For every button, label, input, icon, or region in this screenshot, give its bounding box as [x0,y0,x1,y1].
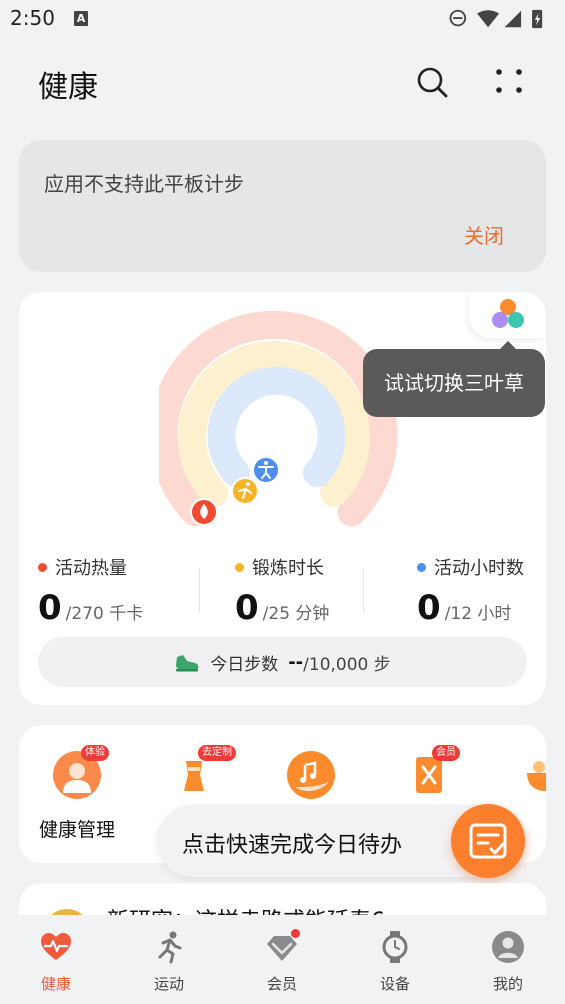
calories-dot [38,562,47,572]
hours-dot [417,562,426,572]
music-moon-glyph [295,761,329,791]
tab-health[interactable]: 健康 [16,929,96,994]
checklist-icon [469,823,507,859]
health-heart-icon [38,929,74,965]
diamond-icon [264,929,300,965]
exercise-dot [235,562,244,572]
tab-label: 运动 [153,975,184,993]
metric-value-row: 0/12 小时 [417,588,524,628]
notification-icon: A [74,11,88,26]
metric-label: 活动热量 [55,558,127,579]
steps-label: 今日步数 [210,654,279,675]
doctor-icon: 体验 [53,745,109,799]
notice-text: 应用不支持此平板计步 [44,172,244,196]
todo-text: 点击快速完成今日待办 [182,833,403,858]
steps-value: -- [288,651,304,673]
status-bar: 2:50 A [0,0,565,40]
search-icon [417,67,448,98]
metric-target: /25 分钟 [262,604,330,624]
heart-glyph [41,933,71,960]
tab-profile[interactable]: 我的 [468,929,548,994]
page-title: 健康 [38,70,98,105]
metric-label-row: 活动小时数 [417,554,524,580]
tab-label: 我的 [492,975,523,993]
stand-ring-icon [252,456,280,484]
body-shape-icon: 去定制 [170,745,236,799]
metric-target: /12 小时 [444,604,512,624]
metric-value-row: 0/25 分钟 [235,588,329,628]
clover-tooltip: 试试切换三叶草 [363,349,545,417]
service-badge: 去定制 [198,745,236,761]
more-button[interactable] [489,62,529,102]
more-dots-icon [496,69,522,93]
service-badge: 会员 [432,745,460,761]
exercise-ring-icon [231,477,259,505]
activity-rings [159,310,398,527]
profile-glyph [492,931,524,963]
music-moon-icon [287,751,335,799]
divider [363,568,364,612]
todo-fab-button[interactable] [451,804,525,878]
status-time: 2:50 [10,6,55,30]
metric-exercise[interactable]: 锻炼时长 0/25 分钟 [235,554,329,628]
profile-icon [490,929,526,965]
tab-label: 健康 [40,975,71,993]
food-bowl-icon [521,751,546,799]
tab-exercise[interactable]: 运动 [129,929,209,994]
watch-glyph [382,931,408,963]
service-health-management[interactable]: 体验 健康管理 [27,745,127,842]
metric-active-hours[interactable]: 活动小时数 0/12 小时 [417,554,524,628]
tab-membership[interactable]: 会员 [242,929,322,994]
steps-target: /10,000 步 [303,654,391,675]
tab-label: 会员 [266,975,297,993]
tab-label: 设备 [379,975,410,993]
shoe-icon [176,655,199,672]
metric-value: 0 [235,588,259,628]
metric-label: 活动小时数 [434,558,524,579]
service-label: 健康管理 [38,819,115,841]
tab-devices[interactable]: 设备 [355,929,435,994]
metric-value-row: 0/270 千卡 [38,588,143,628]
watch-icon [377,929,413,965]
search-button[interactable] [412,62,452,102]
notification-dot [291,929,300,938]
bottom-tab-bar: 健康 运动 会员 设备 我的 [0,915,565,1004]
metric-label-row: 锻炼时长 [235,554,329,580]
metric-calories[interactable]: 活动热量 0/270 千卡 [38,554,143,628]
food-bowl-glyph [527,761,546,791]
runner-glyph [158,931,182,964]
metric-label-row: 活动热量 [38,554,143,580]
metric-label: 锻炼时长 [252,558,324,579]
unsupported-notice-card: 应用不支持此平板计步 关闭 [19,140,546,272]
close-notice-button[interactable]: 关闭 [464,220,504,249]
service-badge: 体验 [81,745,109,761]
clover-switch-button[interactable] [469,292,546,338]
metric-value: 0 [417,588,441,628]
recipe-book-icon: 会员 [404,745,460,799]
system-status-icons [449,9,543,29]
metric-target: /270 千卡 [65,604,144,624]
clover-icon [492,299,524,328]
metric-value: 0 [38,588,62,628]
divider [199,568,200,612]
steps-bar[interactable]: 今日步数 --/10,000 步 [38,637,527,687]
running-icon [151,929,187,965]
calories-ring-icon [190,498,218,526]
activity-rings-card[interactable]: 试试切换三叶草 活动热量 0/270 千卡 锻炼时长 0/25 分钟 活动小时数… [19,292,546,705]
